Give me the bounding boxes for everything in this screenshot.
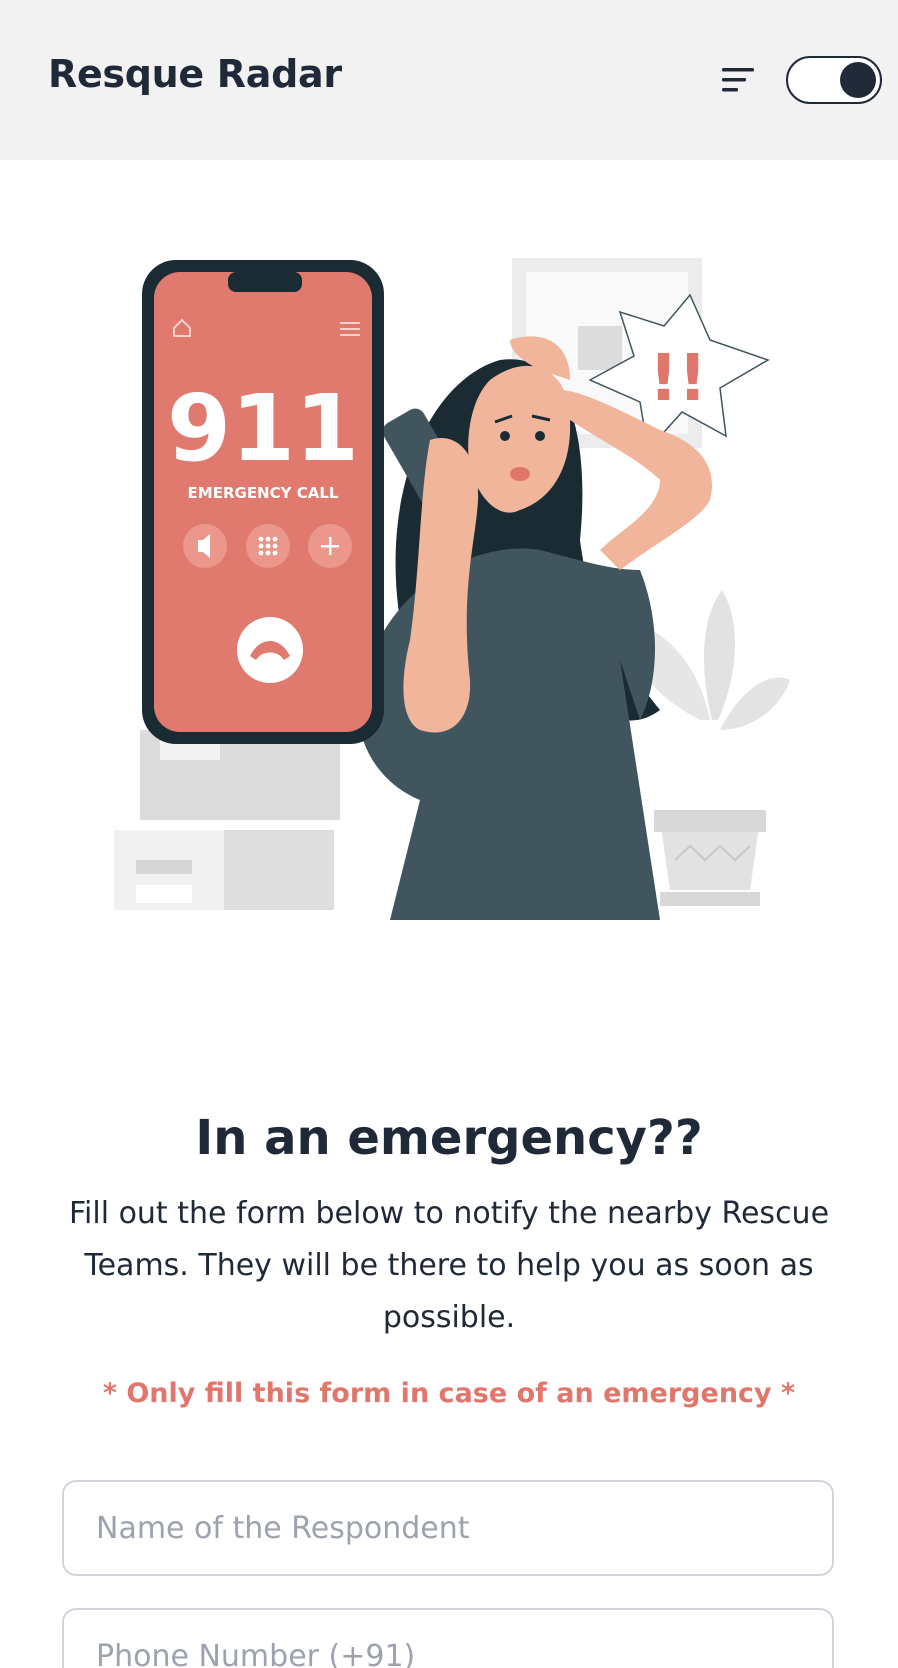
brand-title[interactable]: Resque Radar bbox=[48, 52, 342, 96]
menu-icon bbox=[722, 68, 754, 92]
form-description: Fill out the form below to notify the ne… bbox=[68, 1196, 830, 1335]
keypad-icon bbox=[246, 524, 290, 568]
hang-up-icon bbox=[237, 617, 303, 683]
emergency-illustration: !! 911 EMERGENCY CALL bbox=[100, 240, 800, 920]
phone-number: 911 bbox=[167, 375, 359, 482]
phone-caption: EMERGENCY CALL bbox=[188, 484, 339, 502]
alert-text: !! bbox=[649, 342, 707, 416]
respondent-name-input[interactable] bbox=[62, 1480, 834, 1576]
menu-button[interactable] bbox=[716, 60, 760, 100]
page-title: In an emergency?? bbox=[195, 1110, 703, 1166]
plus-icon bbox=[308, 524, 352, 568]
toggle-knob bbox=[840, 62, 876, 98]
top-header: Resque Radar bbox=[0, 0, 898, 160]
speaker-icon bbox=[183, 524, 227, 568]
emergency-warning: * Only fill this form in case of an emer… bbox=[102, 1378, 796, 1409]
dark-mode-toggle[interactable] bbox=[786, 56, 882, 104]
phone-number-input[interactable] bbox=[62, 1608, 834, 1668]
